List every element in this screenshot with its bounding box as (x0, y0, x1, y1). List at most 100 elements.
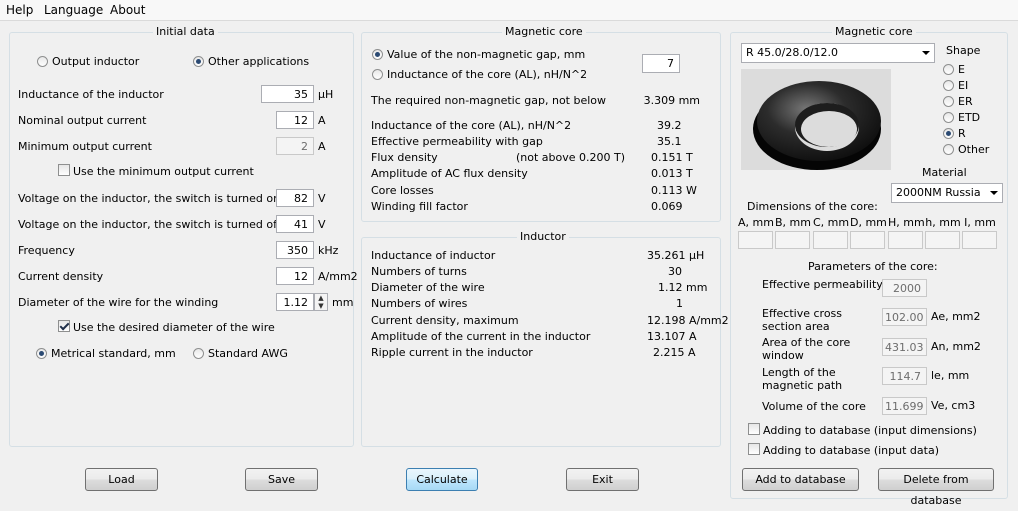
calculate-button[interactable]: Calculate (406, 468, 478, 491)
nominal-current-unit: A (318, 114, 326, 127)
required-gap-value: 3.309 mm (643, 94, 700, 107)
current-density-unit: A/mm2 (318, 270, 358, 283)
window-area-input[interactable]: 431.03 (882, 338, 927, 356)
current-density-label: Current density (18, 270, 104, 283)
inductance-input[interactable]: 35 (261, 85, 314, 103)
shape-ei-label: EI (958, 79, 969, 92)
wire-diameter-result-label: Diameter of the wire (371, 281, 485, 294)
voltage-on-unit: V (318, 192, 326, 205)
window-area-label-1: Area of the core (762, 336, 851, 349)
path-length-label-2: magnetic path (762, 379, 843, 392)
core-losses-value: 0.113 W (651, 184, 697, 197)
delete-from-database-button[interactable]: Delete from database (878, 468, 994, 507)
shape-e-label: E (958, 63, 965, 76)
spin-down-icon[interactable]: ▼ (315, 302, 327, 310)
initial-data-title: Initial data (153, 25, 218, 38)
eff-permeability-input[interactable]: 2000 (882, 279, 927, 297)
shape-e-radio[interactable] (943, 64, 954, 75)
dim-b-input[interactable] (775, 231, 810, 249)
ac-flux-value: 0.013 T (651, 167, 693, 180)
path-length-unit: le, mm (931, 369, 970, 382)
dim-h-input[interactable] (888, 231, 923, 249)
wires-count-value: 1 (676, 297, 683, 310)
use-diameter-checkbox[interactable] (58, 320, 70, 332)
dim-h-small-label: h, mm (925, 216, 961, 229)
awg-standard-label: Standard AWG (208, 347, 288, 360)
shape-er-radio[interactable] (943, 96, 954, 107)
cross-section-label-1: Effective cross (762, 307, 843, 320)
shape-ei-radio[interactable] (943, 80, 954, 91)
core-volume-input[interactable]: 11.699 (882, 397, 927, 415)
add-dims-checkbox[interactable] (748, 423, 760, 435)
turns-label: Numbers of turns (371, 265, 467, 278)
gap-value-radio[interactable] (372, 49, 383, 60)
add-to-database-button[interactable]: Add to database (742, 468, 859, 491)
dim-b-label: B, mm (775, 216, 811, 229)
cross-section-unit: Ae, mm2 (931, 310, 981, 323)
menu-about[interactable]: About (110, 3, 145, 17)
material-select-value: 2000NM Russia (896, 186, 981, 199)
dim-d-input[interactable] (850, 231, 885, 249)
fill-factor-label: Winding fill factor (371, 200, 468, 213)
frequency-unit: kHz (318, 244, 339, 257)
inductor-title: Inductor (517, 230, 569, 243)
path-length-input[interactable]: 114.7 (882, 367, 927, 385)
voltage-off-input[interactable]: 41 (276, 215, 314, 233)
dim-d-label: D, mm (850, 216, 887, 229)
use-min-current-checkbox[interactable] (58, 164, 70, 176)
gap-value-input[interactable]: 7 (642, 54, 680, 73)
ripple-current-value: 2.215 A (653, 346, 696, 359)
exit-button[interactable]: Exit (566, 468, 639, 491)
menu-language[interactable]: Language (44, 3, 103, 17)
chevron-down-icon (922, 51, 930, 55)
awg-standard-radio[interactable] (193, 348, 204, 359)
wire-diameter-input[interactable]: 1.12 (276, 293, 314, 311)
core-al-result-value: 39.2 (657, 119, 682, 132)
use-diameter-label: Use the desired diameter of the wire (73, 321, 275, 334)
frequency-input[interactable]: 350 (276, 241, 314, 259)
shape-title: Shape (946, 44, 981, 57)
min-current-input[interactable]: 2 (276, 137, 314, 155)
dim-a-input[interactable] (738, 231, 773, 249)
dim-c-input[interactable] (813, 231, 848, 249)
core-al-result-label: Inductance of the core (AL), nH/N^2 (371, 119, 572, 132)
cross-section-input[interactable]: 102.00 (882, 308, 927, 326)
core-al-label: Inductance of the core (AL), nH/N^2 (387, 68, 588, 81)
ac-flux-label: Amplitude of AC flux density (371, 167, 528, 180)
wire-diameter-spinner[interactable]: ▲ ▼ (314, 293, 328, 311)
nominal-current-input[interactable]: 12 (276, 111, 314, 129)
shape-r-label: R (958, 127, 966, 140)
dim-h-small-input[interactable] (925, 231, 960, 249)
shape-other-radio[interactable] (943, 144, 954, 155)
flux-density-value: 0.151 T (651, 151, 693, 164)
spin-up-icon[interactable]: ▲ (315, 294, 327, 302)
metric-standard-radio[interactable] (36, 348, 47, 359)
load-button[interactable]: Load (85, 468, 158, 491)
add-data-checkbox[interactable] (748, 443, 760, 455)
gap-value-label: Value of the non-magnetic gap, mm (387, 48, 586, 61)
wire-diameter-result-value: 1.12 mm (658, 281, 708, 294)
turns-value: 30 (668, 265, 682, 278)
shape-etd-radio[interactable] (943, 112, 954, 123)
core-losses-label: Core losses (371, 184, 434, 197)
voltage-on-input[interactable]: 82 (276, 189, 314, 207)
inductance-label: Inductance of the inductor (18, 88, 164, 101)
inductance-unit: µH (318, 88, 334, 101)
dim-i-label: I, mm (964, 216, 996, 229)
max-density-label: Current density, maximum (371, 314, 519, 327)
menu-help[interactable]: Help (6, 3, 33, 17)
shape-r-radio[interactable] (943, 128, 954, 139)
flux-density-note: (not above 0.200 T) (516, 151, 626, 164)
output-inductor-radio[interactable] (37, 56, 48, 67)
min-current-unit: A (318, 140, 326, 153)
min-current-label: Minimum output current (18, 140, 152, 153)
wire-diameter-unit: mm (332, 296, 354, 309)
current-density-input[interactable]: 12 (276, 267, 314, 285)
core-al-radio[interactable] (372, 69, 383, 80)
material-select[interactable]: 2000NM Russia (891, 183, 1003, 203)
dim-i-input[interactable] (962, 231, 997, 249)
save-button[interactable]: Save (245, 468, 318, 491)
other-applications-radio[interactable] (193, 56, 204, 67)
core-select[interactable]: R 45.0/28.0/12.0 (741, 43, 935, 63)
max-density-value: 12.198 A/mm2 (647, 314, 729, 327)
